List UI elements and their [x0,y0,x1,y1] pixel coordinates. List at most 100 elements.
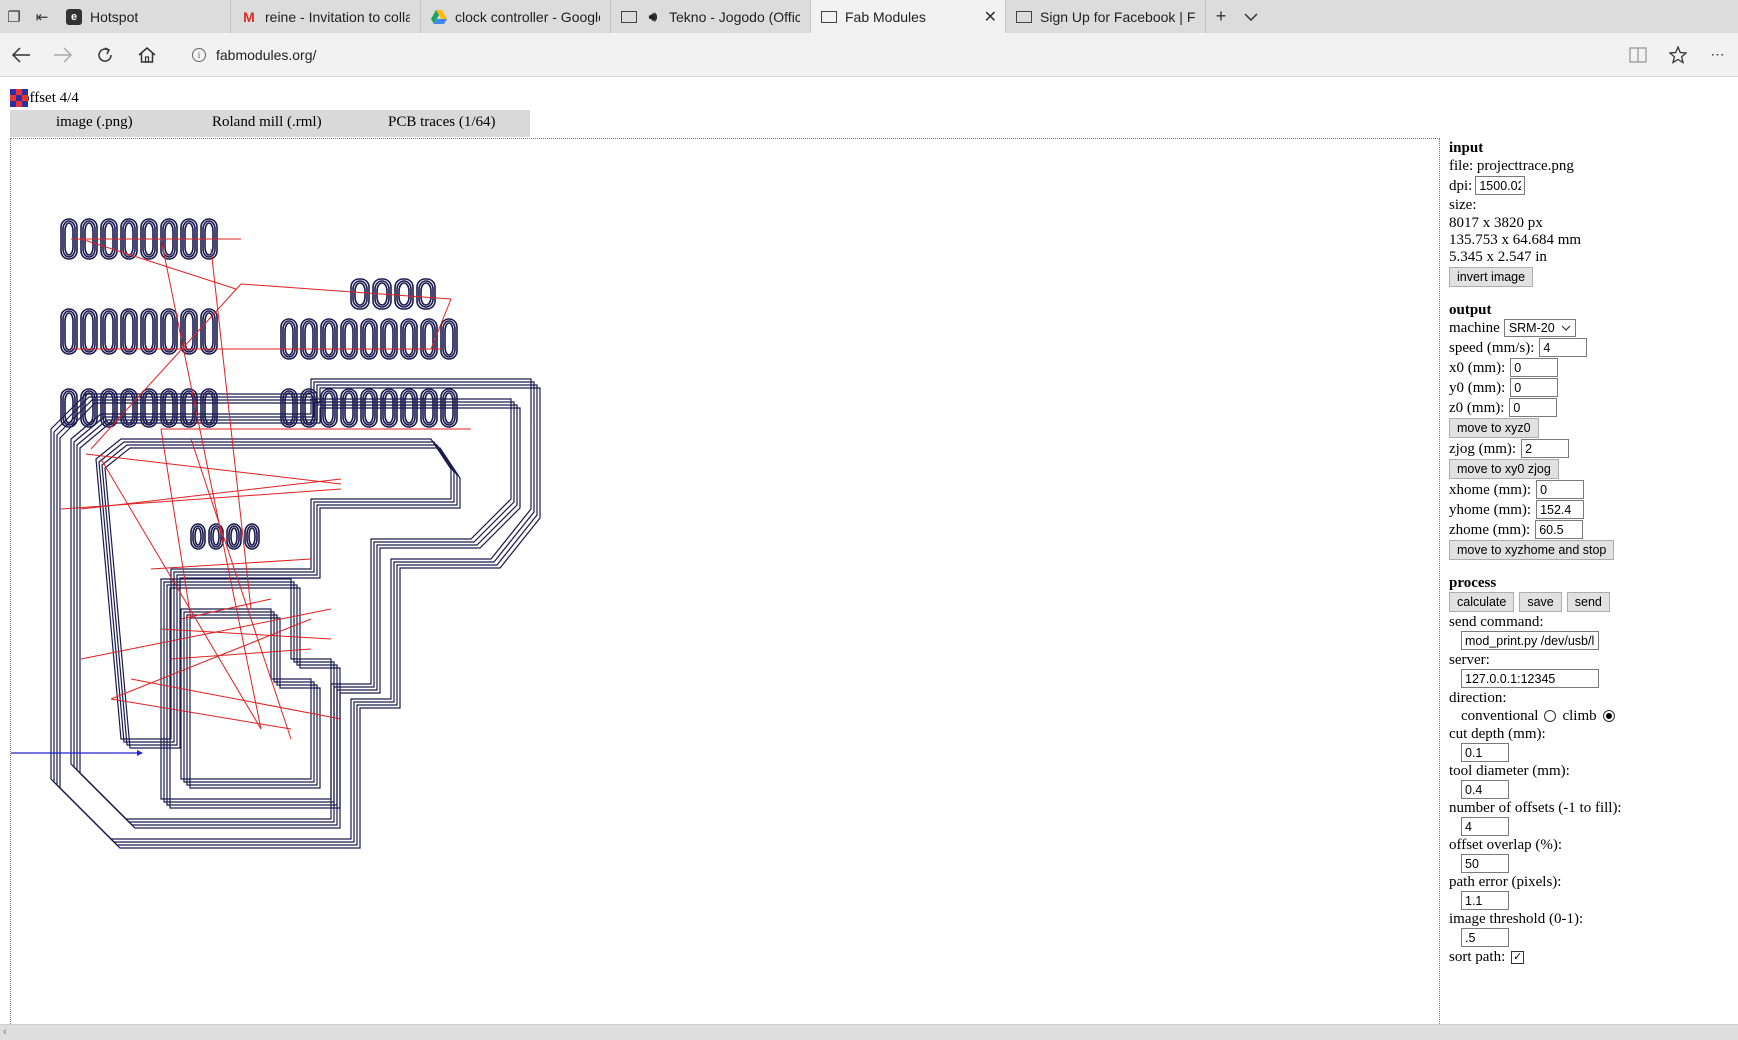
back-arrow-icon[interactable] [0,33,42,77]
size-label: size: [1449,197,1477,213]
tab-label: Tekno - Jogodo (Officia [669,8,800,25]
size-px-text: 8017 x 3820 px [1449,215,1543,231]
overlap-label: offset overlap (%): [1449,837,1563,853]
x-axis-arrow [137,750,143,756]
scroll-left-arrow-icon[interactable]: ‹ [3,1026,7,1038]
xhome-label: xhome (mm): [1449,481,1532,498]
set-aside-tabs-icon[interactable]: ⇤ [28,0,56,33]
y0-input[interactable] [1510,378,1559,397]
yhome-input[interactable] [1536,500,1585,519]
x0-label: x0 (mm): [1449,359,1506,376]
climb-label: climb [1562,708,1597,724]
speed-input[interactable] [1539,338,1588,357]
invert-image-button[interactable]: invert image [1449,267,1534,287]
dpi-input[interactable] [1475,176,1526,195]
send-button[interactable]: send [1566,592,1610,612]
process-menu[interactable]: PCB traces (1/64) [388,114,495,131]
z0-input[interactable] [1509,398,1558,417]
conventional-radio[interactable] [1544,710,1557,722]
browser-tab-bar: ❐ ⇤ e Hotspot M reine - Invitation to co… [0,0,1738,33]
url-field[interactable]: i fabmodules.org/ [180,39,1618,71]
rapid-move-line [160,428,192,620]
threshold-label: image threshold (0-1): [1449,911,1584,927]
x0-input[interactable] [1510,358,1559,377]
speaker-icon[interactable]: 🔊︎ [645,9,661,25]
site-info-icon[interactable]: i [192,47,206,62]
speed-label: speed (mm/s): [1449,339,1535,356]
zjog-label: zjog (mm): [1449,440,1517,457]
pad-toolpath [424,322,434,356]
sort-path-label: sort path: [1449,949,1506,965]
new-tab-button[interactable]: + [1206,0,1236,33]
input-file-text: file: projecttrace.png [1449,158,1574,174]
browser-tab-fab-modules[interactable]: Fab Modules ✕ [811,0,1006,33]
move-to-xy0-zjog-button[interactable]: move to xy0 zjog [1449,459,1559,479]
pad-toolpath [304,322,314,356]
dpi-label: dpi: [1449,177,1473,194]
pad-toolpath [324,322,334,356]
cut-depth-input[interactable] [1461,743,1509,762]
calculate-button[interactable]: calculate [1449,592,1515,612]
browser-tab-tekno[interactable]: 🔊︎ Tekno - Jogodo (Officia [611,0,811,33]
size-in-text: 5.345 x 2.547 in [1449,249,1547,265]
browser-tab-hotspot[interactable]: e Hotspot [56,0,231,33]
toolpath-canvas[interactable] [10,138,1440,1038]
overlap-input[interactable] [1461,854,1509,873]
save-button[interactable]: save [1519,592,1562,612]
module-menu-bar: image (.png) Roland mill (.rml) PCB trac… [10,110,530,137]
forward-arrow-icon[interactable] [42,33,84,77]
pad-toolpath [194,527,202,546]
output-format-menu[interactable]: Roland mill (.rml) [212,114,322,131]
move-to-xyz0-button[interactable]: move to xyz0 [1449,418,1539,438]
move-to-xyzhome-button[interactable]: move to xyzhome and stop [1449,540,1615,560]
pad-toolpath [444,322,454,356]
zjog-input[interactable] [1521,439,1570,458]
refresh-icon[interactable] [84,33,126,77]
tab-list-icon[interactable]: ❐ [0,0,28,33]
rapid-move-line [170,648,312,660]
xhome-input[interactable] [1536,480,1585,499]
favorite-star-icon[interactable] [1658,33,1698,77]
home-icon[interactable] [126,33,168,77]
server-input[interactable] [1461,669,1599,688]
cut-depth-label: cut depth (mm): [1449,726,1546,742]
machine-select-value: SRM-20 [1508,321,1555,335]
sort-path-checkbox[interactable]: ✓ [1511,950,1525,964]
browser-tab-gmail[interactable]: M reine - Invitation to collabo [231,0,421,33]
browser-tab-google-drive[interactable]: clock controller - Google Dr [421,0,611,33]
pcb-toolpath-drawing [11,218,541,849]
toolpath-outline [95,438,452,740]
close-tab-icon[interactable]: ✕ [984,7,997,27]
tab-label: Fab Modules [845,8,926,25]
fab-modules-page: offset 4/4 image (.png) Roland mill (.rm… [0,77,1738,1038]
machine-select[interactable]: SRM-20 [1503,319,1576,337]
offsets-input[interactable] [1461,817,1509,836]
zhome-label: zhome (mm): [1449,521,1531,538]
browser-tab-facebook[interactable]: Sign Up for Facebook | Face [1006,0,1206,33]
horizontal-scrollbar[interactable]: ‹ [0,1024,1738,1040]
page-title: offset 4/4 [10,89,79,107]
tool-diameter-input[interactable] [1461,780,1509,799]
input-format-menu[interactable]: image (.png) [56,114,133,131]
zhome-input[interactable] [1535,520,1584,539]
send-command-input[interactable] [1461,631,1599,650]
climb-radio[interactable] [1602,710,1615,722]
path-error-input[interactable] [1461,891,1509,910]
direction-label: direction: [1449,690,1507,706]
pad-toolpath [404,322,414,356]
more-options-icon[interactable]: ⋯ [1698,33,1738,77]
pad-toolpath [84,312,94,351]
page-favicon-icon [621,10,637,23]
toolpath-outline [101,444,458,746]
gmail-favicon-icon: M [243,8,255,25]
y0-label: y0 (mm): [1449,379,1506,396]
input-heading: input [1449,140,1484,156]
tab-preview-chevron-icon[interactable] [1236,0,1266,33]
reading-view-icon[interactable] [1618,33,1658,77]
google-drive-favicon-icon [431,9,447,25]
tab-label: Sign Up for Facebook | Face [1040,8,1195,25]
rapid-move-line [190,438,292,740]
threshold-input[interactable] [1461,928,1509,947]
path-error-label: path error (pixels): [1449,874,1562,890]
process-heading: process [1449,575,1497,591]
